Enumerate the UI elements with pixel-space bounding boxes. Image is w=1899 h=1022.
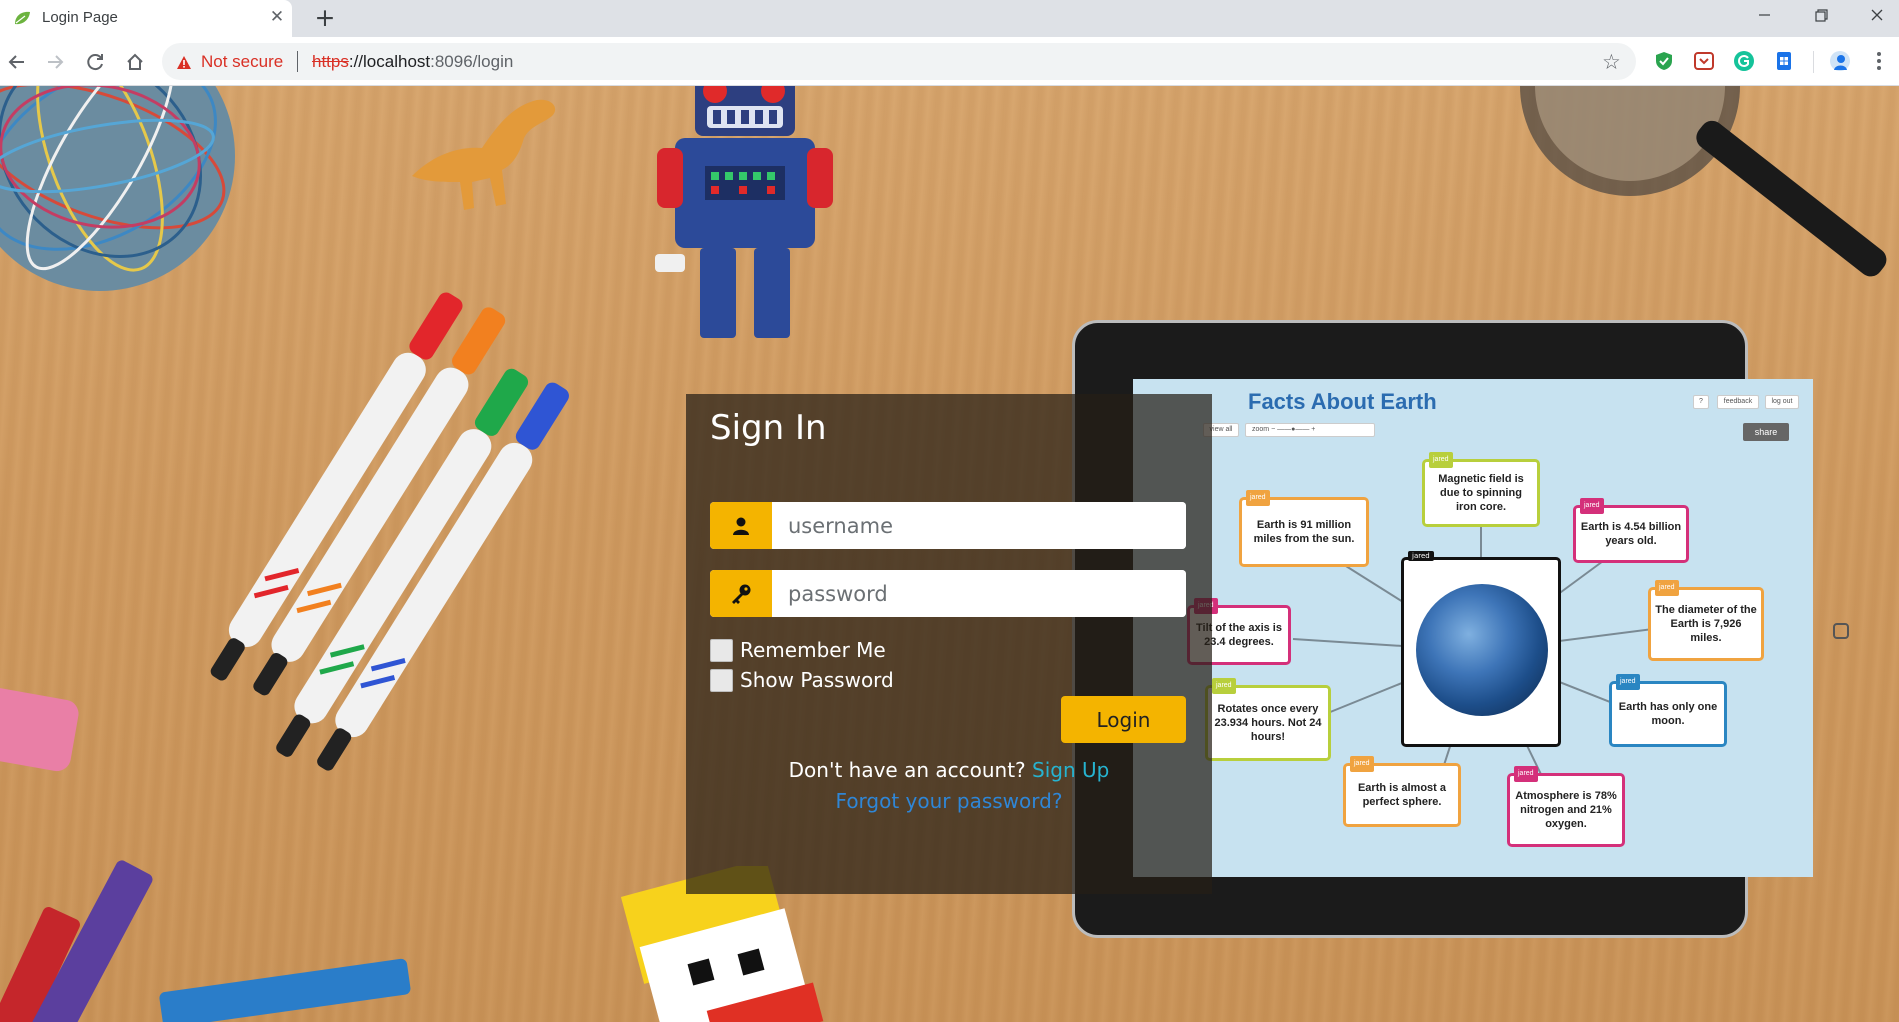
crayons-image xyxy=(0,860,411,1022)
note-tag: jared xyxy=(1212,678,1236,694)
url-host: ://localhost xyxy=(348,52,431,71)
note-age: jared Earth is 4.54 billion years old. xyxy=(1573,498,1689,563)
close-window-button[interactable] xyxy=(1853,0,1899,32)
note-text: Earth is 91 million miles from the sun. xyxy=(1253,519,1355,545)
note-tag: jared xyxy=(1408,551,1434,561)
tab-title: Login Page xyxy=(42,9,118,26)
browser-menu-icon[interactable] xyxy=(1868,50,1890,72)
new-tab-button[interactable]: + xyxy=(312,4,338,32)
warning-triangle-icon xyxy=(177,55,191,69)
toolbar-separator xyxy=(1813,51,1814,73)
markers-image xyxy=(210,292,569,771)
note-text: The diameter of the Earth is 7,926 miles… xyxy=(1655,604,1757,644)
remember-me-label: Remember Me xyxy=(740,638,886,662)
signin-panel: Sign In Remember Me Show Password Login … xyxy=(686,394,1212,894)
not-secure-label: Not secure xyxy=(201,52,284,71)
url-path: :8096/login xyxy=(430,52,514,71)
page-viewport: Facts About Earth ? feedback log out vie… xyxy=(0,86,1899,1022)
note-tag: jared xyxy=(1350,756,1374,772)
note-tag: jared xyxy=(1514,766,1538,782)
note-tag: jared xyxy=(1429,452,1453,468)
leaf-favicon-icon xyxy=(15,11,30,25)
user-icon xyxy=(710,502,772,549)
note-text: Atmosphere is 78% nitrogen and 21% oxyge… xyxy=(1515,790,1617,830)
tablet-screen: Facts About Earth ? feedback log out vie… xyxy=(1133,379,1813,877)
url-text[interactable]: https://localhost:8096/login xyxy=(312,52,513,72)
password-input[interactable] xyxy=(772,570,1186,617)
note-text: Rotates once every 23.934 hours. Not 24 … xyxy=(1214,703,1322,743)
restore-window-button[interactable] xyxy=(1797,0,1845,32)
address-separator xyxy=(297,51,298,72)
note-text: Earth is 4.54 billion years old. xyxy=(1580,521,1682,547)
reload-icon[interactable] xyxy=(80,47,110,77)
note-tag: jared xyxy=(1580,498,1604,514)
profile-avatar-icon[interactable] xyxy=(1829,50,1851,72)
note-rotation: jared Rotates once every 23.934 hours. N… xyxy=(1205,678,1331,761)
note-distance: jared Earth is 91 million miles from the… xyxy=(1239,490,1369,567)
tablet-home-button xyxy=(1833,623,1849,639)
note-sphere: jared Earth is almost a perfect sphere. xyxy=(1343,756,1461,827)
sheet-extension-icon[interactable] xyxy=(1773,50,1795,72)
signup-prompt-line: Don't have an account? Sign Up xyxy=(686,758,1212,782)
show-password-option[interactable]: Show Password xyxy=(710,668,894,692)
browser-tab[interactable]: Login Page ✕ xyxy=(0,0,292,37)
minimize-window-button[interactable] xyxy=(1741,0,1789,32)
key-icon xyxy=(710,570,772,617)
note-tag: jared xyxy=(1246,490,1270,506)
note-moon: jared Earth has only one moon. xyxy=(1609,674,1727,747)
note-magnetic: jared Magnetic field is due to spinning … xyxy=(1422,452,1540,527)
pink-eraser-image xyxy=(0,688,79,772)
note-text: Magnetic field is due to spinning iron c… xyxy=(1438,473,1524,513)
url-scheme: https xyxy=(312,52,349,71)
address-bar[interactable]: Not secure https://localhost:8096/login … xyxy=(162,43,1636,80)
home-icon[interactable] xyxy=(120,47,150,77)
close-tab-icon[interactable]: ✕ xyxy=(266,6,288,28)
bookmark-star-icon[interactable]: ☆ xyxy=(1602,50,1621,74)
login-button[interactable]: Login xyxy=(1061,696,1186,743)
note-atmosphere: jared Atmosphere is 78% nitrogen and 21%… xyxy=(1507,766,1625,847)
password-field[interactable] xyxy=(710,570,1186,617)
note-text: Earth has only one moon. xyxy=(1618,701,1718,727)
remember-me-checkbox[interactable] xyxy=(710,638,733,662)
pocket-extension-icon[interactable] xyxy=(1693,50,1715,72)
security-indicator[interactable]: Not secure xyxy=(176,52,283,72)
note-tag: jared xyxy=(1616,674,1640,690)
earth-globe-image xyxy=(1416,584,1548,716)
username-input[interactable] xyxy=(772,502,1186,549)
earth-card: jared xyxy=(1401,551,1561,747)
back-arrow-icon[interactable] xyxy=(2,47,32,77)
browser-toolbar: Not secure https://localhost:8096/login … xyxy=(0,37,1899,86)
grammarly-extension-icon[interactable] xyxy=(1733,50,1755,72)
magnifying-glass-image xyxy=(1520,86,1887,277)
tab-strip: Login Page ✕ + xyxy=(0,0,1899,37)
note-tag: jared xyxy=(1655,580,1679,596)
close-icon xyxy=(1871,9,1883,21)
signin-title: Sign In xyxy=(710,408,827,448)
forgot-password-link[interactable]: Forgot your password? xyxy=(686,789,1212,813)
show-password-label: Show Password xyxy=(740,668,894,692)
signup-link[interactable]: Sign Up xyxy=(1032,758,1109,782)
username-field[interactable] xyxy=(710,502,1186,549)
signup-prompt-text: Don't have an account? xyxy=(788,758,1026,782)
note-diameter: jared The diameter of the Earth is 7,926… xyxy=(1648,580,1764,661)
restore-icon xyxy=(1815,9,1828,22)
toy-dinosaur-image xyxy=(412,99,556,210)
minimize-icon xyxy=(1759,14,1770,16)
forward-arrow-icon[interactable] xyxy=(40,47,70,77)
show-password-checkbox[interactable] xyxy=(710,668,733,692)
note-text: Earth is almost a perfect sphere. xyxy=(1357,782,1447,808)
remember-me-option[interactable]: Remember Me xyxy=(710,638,886,662)
shield-extension-icon[interactable] xyxy=(1653,50,1675,72)
